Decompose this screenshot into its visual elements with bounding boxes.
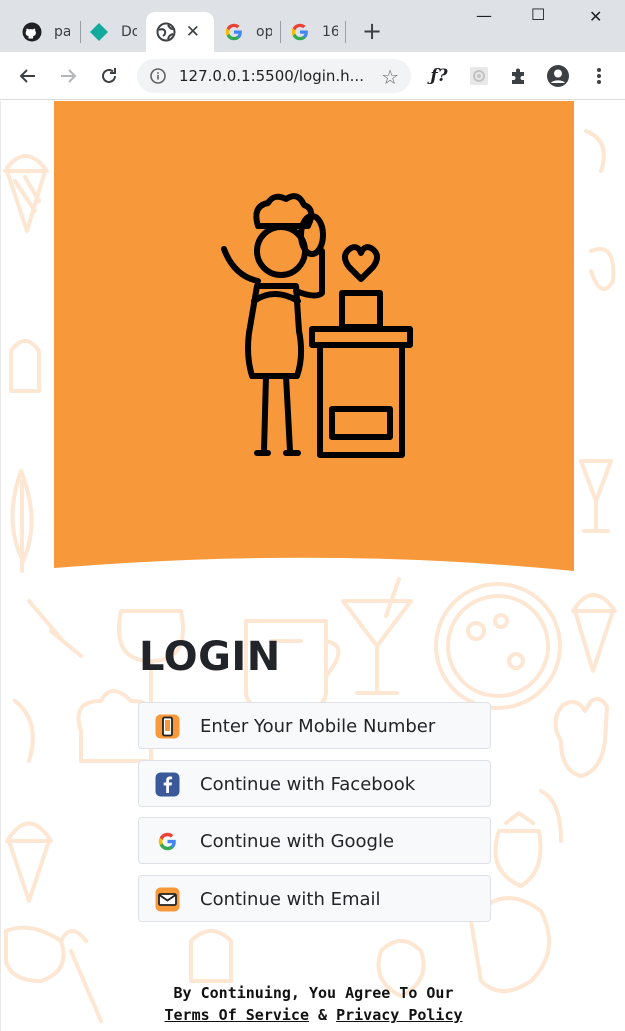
font-finder-icon[interactable]: ƒ? <box>427 64 451 88</box>
tab-login-active[interactable]: ✕ <box>146 12 214 52</box>
new-tab-button[interactable]: + <box>362 19 382 43</box>
url-text: 127.0.0.1:5500/login.h... <box>179 67 364 85</box>
back-arrow-icon <box>19 69 35 83</box>
tab-label: op <box>256 24 272 40</box>
tab-separator <box>345 21 346 43</box>
site-info-icon[interactable] <box>150 68 166 84</box>
address-bar[interactable]: 127.0.0.1:5500/login.h... ☆ <box>137 59 411 93</box>
facebook-icon <box>155 772 180 797</box>
login-page: LOGIN Enter Your Mobile Number Continue … <box>0 101 625 1031</box>
tab-label: 16 <box>322 24 338 40</box>
back-button[interactable] <box>16 64 40 88</box>
google-icon <box>290 22 310 42</box>
minimize-button[interactable]: — <box>476 6 492 25</box>
browser-tab-bar: pa Do ✕ op 16 + — ☐ ✕ <box>0 0 625 52</box>
tab-github[interactable]: pa <box>8 12 74 52</box>
google-icon <box>155 829 180 854</box>
reload-button[interactable] <box>97 64 121 88</box>
tab-google-1[interactable]: op <box>216 12 278 52</box>
tab-google-2[interactable]: 16 <box>281 12 343 52</box>
menu-icon[interactable] <box>587 64 611 88</box>
globe-icon <box>156 22 176 42</box>
facebook-login-button[interactable]: Continue with Facebook <box>138 760 491 807</box>
maximize-button[interactable]: ☐ <box>531 5 545 24</box>
mobile-phone-icon <box>155 714 180 739</box>
reload-icon <box>102 68 116 83</box>
tab-docs[interactable]: Do <box>81 12 145 52</box>
extension-gear-icon[interactable] <box>467 64 491 88</box>
button-label: Continue with Email <box>200 889 381 910</box>
tab-label: Do <box>121 24 137 40</box>
ampersand: & <box>318 1006 328 1024</box>
google-icon <box>224 22 244 42</box>
privacy-policy-link[interactable]: Privacy Policy <box>336 1006 462 1024</box>
hero-banner <box>54 101 574 571</box>
close-window-button[interactable]: ✕ <box>589 7 602 26</box>
terms-of-service-link[interactable]: Terms Of Service <box>164 1006 309 1024</box>
puzzle-icon[interactable] <box>507 64 531 88</box>
browser-toolbar: 127.0.0.1:5500/login.h... ☆ ƒ? <box>0 52 625 100</box>
page-title: LOGIN <box>139 634 281 680</box>
button-label: Enter Your Mobile Number <box>200 716 436 737</box>
forward-arrow-icon <box>61 69 77 83</box>
google-login-button[interactable]: Continue with Google <box>138 817 491 864</box>
mobile-number-button[interactable]: Enter Your Mobile Number <box>138 702 491 749</box>
forward-button[interactable] <box>56 64 80 88</box>
button-label: Continue with Facebook <box>200 774 416 795</box>
terms-notice: By Continuing, You Agree To Our <box>173 984 454 1002</box>
diamond-icon <box>89 22 109 42</box>
email-icon <box>155 887 180 912</box>
close-tab-icon[interactable]: ✕ <box>186 22 200 42</box>
email-login-button[interactable]: Continue with Email <box>138 875 491 922</box>
tab-label: pa <box>54 24 70 40</box>
terms-links: Terms Of Service & Privacy Policy <box>1 1006 625 1024</box>
profile-icon[interactable] <box>546 64 570 88</box>
bookmark-star-icon[interactable]: ☆ <box>381 65 399 89</box>
button-label: Continue with Google <box>200 831 395 852</box>
github-icon <box>22 22 42 42</box>
